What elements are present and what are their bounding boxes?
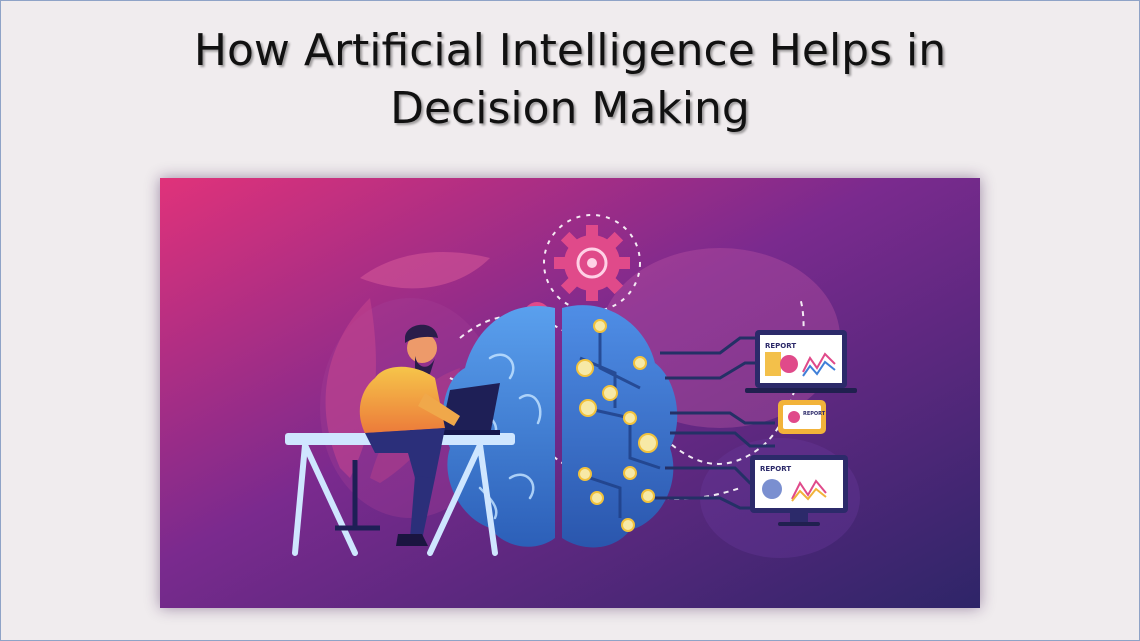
slide-title: How Artificial Intelligence Helps in Dec… xyxy=(0,22,1140,138)
report-tablet: REPORT xyxy=(778,400,826,434)
title-line-2: Decision Making xyxy=(390,83,750,134)
gear-icon xyxy=(554,225,630,301)
ai-decision-illustration: REPORT REPORT REPORT xyxy=(160,178,980,608)
title-line-1: How Artificial Intelligence Helps in xyxy=(193,25,947,76)
report-label-bottom: REPORT xyxy=(760,465,791,473)
report-label-tablet: REPORT xyxy=(803,411,826,417)
report-monitor-top: REPORT xyxy=(745,330,857,393)
report-label-top: REPORT xyxy=(765,342,796,350)
